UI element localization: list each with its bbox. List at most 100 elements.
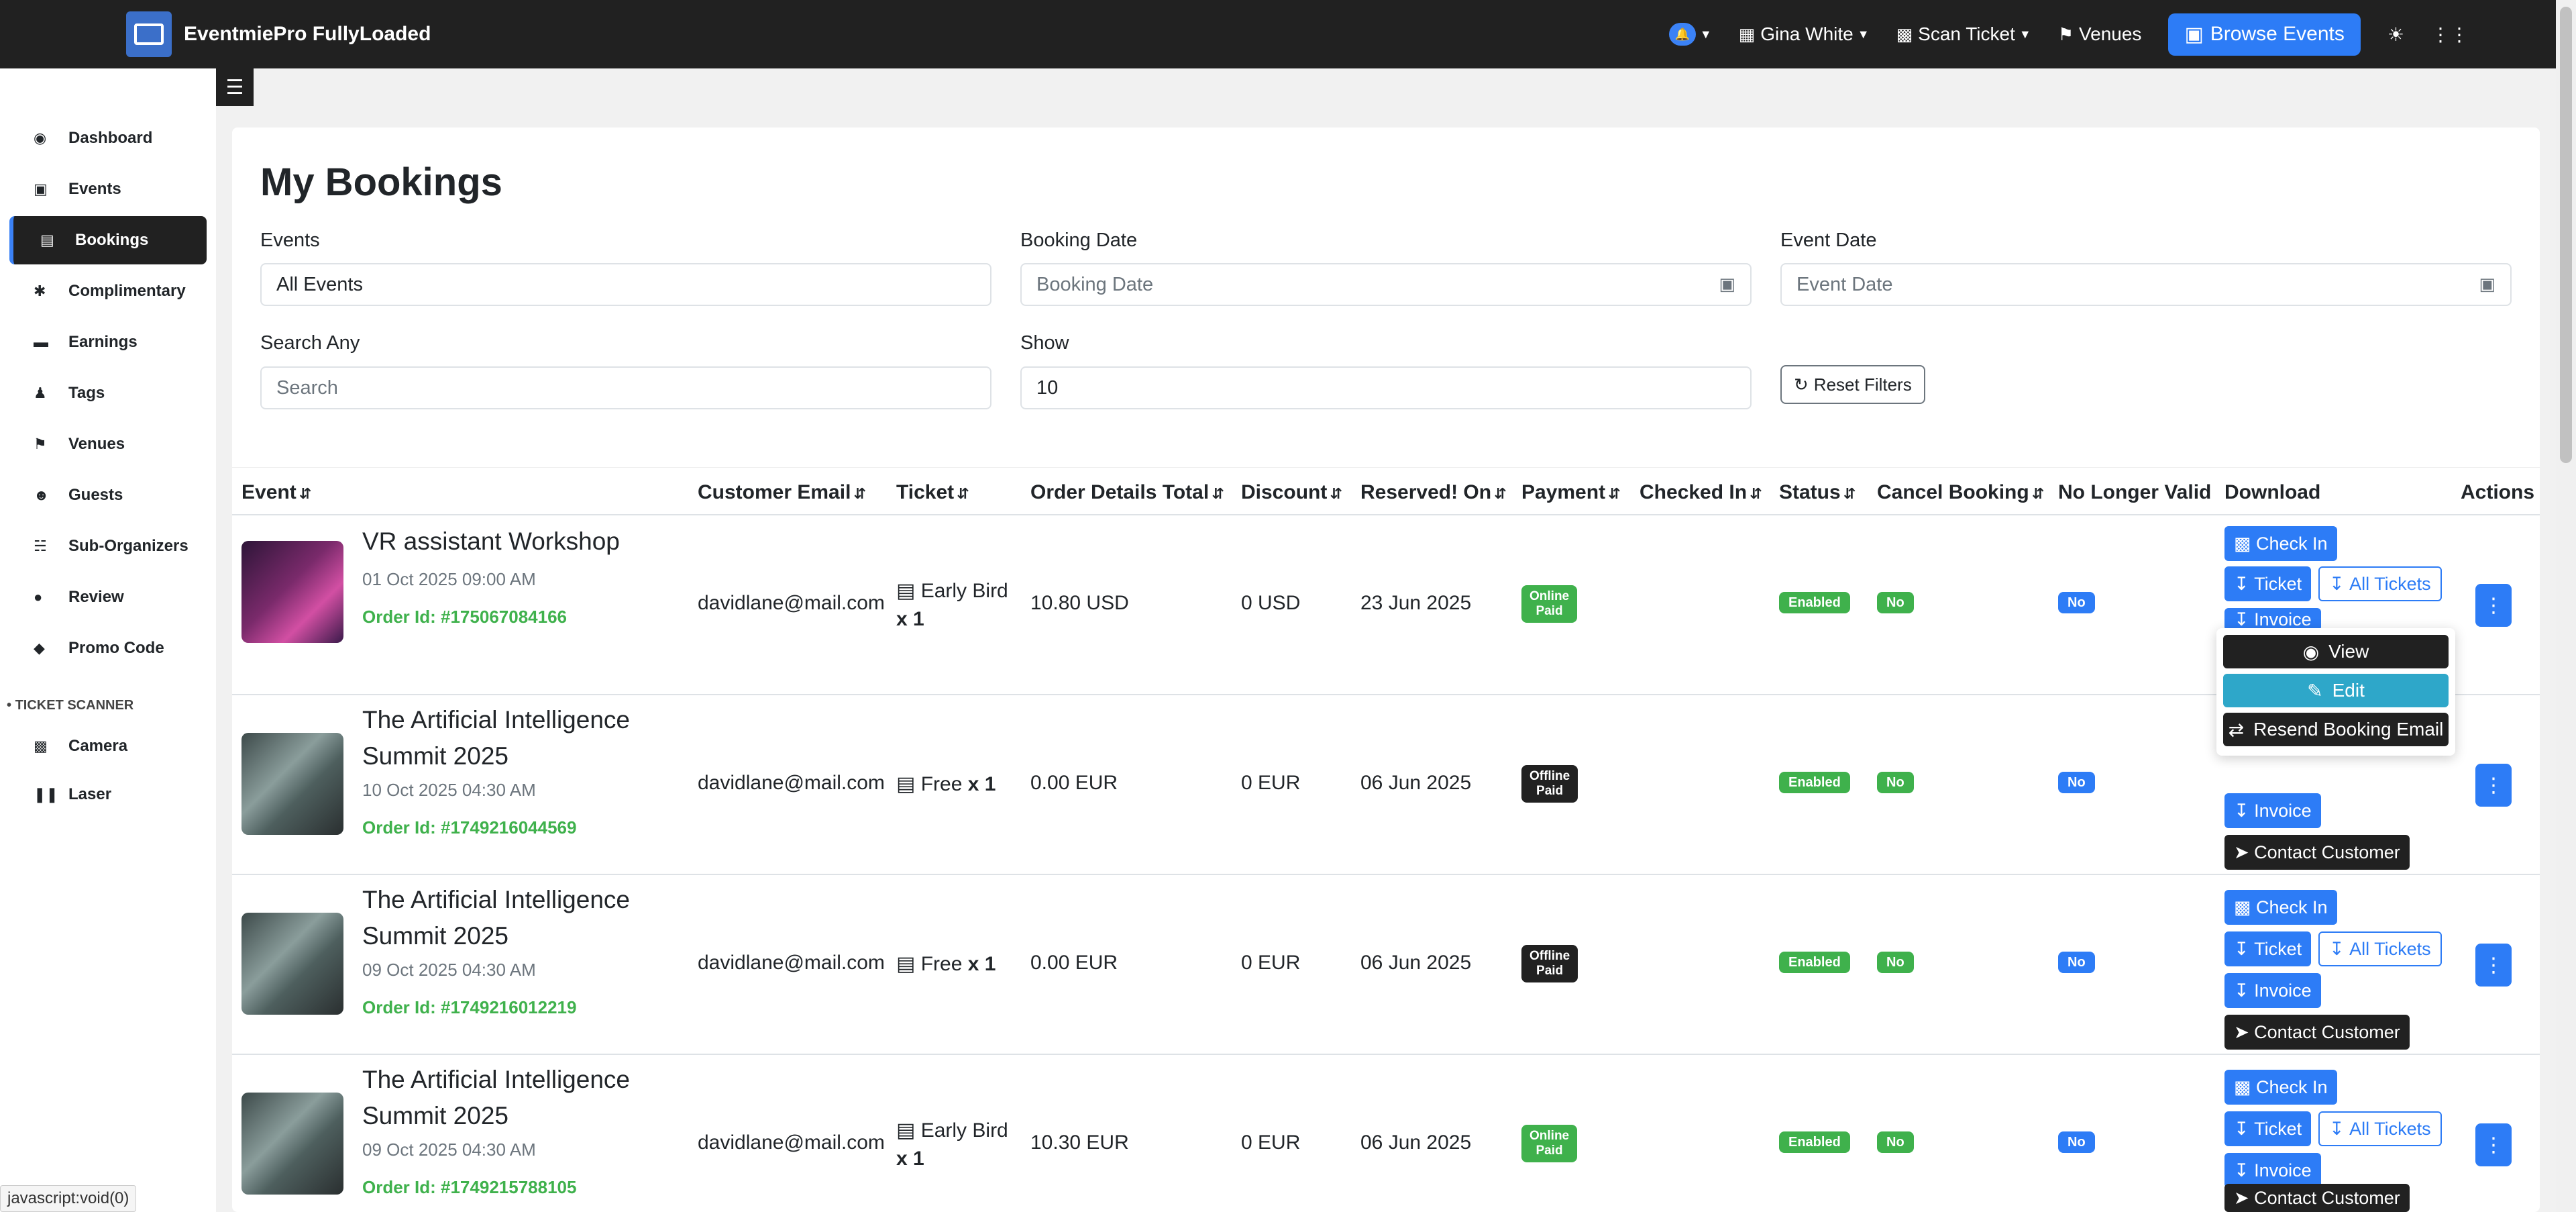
actions-menu-button[interactable]: ⋮ (2475, 764, 2512, 807)
ticket-download-button[interactable]: ↧ Ticket (2224, 566, 2312, 601)
venues-link[interactable]: ⚑ Venues (2058, 23, 2142, 45)
menu-item-edit[interactable]: ✎ Edit (2223, 674, 2449, 707)
th-label: Ticket (896, 481, 955, 503)
sidebar-item-events[interactable]: ▣ Events (0, 165, 216, 213)
booking-date-input[interactable]: Booking Date ▣ (1020, 263, 1752, 306)
all-tickets-button[interactable]: ↧ All Tickets (2318, 931, 2442, 966)
sidebar-item-guests[interactable]: ☻ Guests (0, 471, 216, 519)
sidebar-item-complimentary[interactable]: ✱ Complimentary (0, 267, 216, 315)
event-date: 09 Oct 2025 04:30 AM (362, 1140, 536, 1160)
actions-dropdown-menu: ◉ View ✎ Edit ⇄ Resend Booking Email (2216, 628, 2455, 756)
th-customer-email[interactable]: Customer Email ⇵ (698, 481, 866, 504)
payment-badge: Offline Paid (1521, 945, 1578, 982)
sidebar-toggle-button[interactable]: ☰ (216, 68, 254, 106)
actions-menu-button[interactable]: ⋮ (2475, 944, 2512, 987)
events-select[interactable]: All Events (260, 263, 991, 306)
sidebar-item-review[interactable]: ● Review (0, 573, 216, 621)
th-reserved-on[interactable]: Reserved! On ⇵ (1360, 481, 1507, 504)
ticket-download-button[interactable]: ↧ Ticket (2224, 1111, 2312, 1146)
scrollbar-thumb[interactable] (2560, 7, 2572, 463)
check-in-button[interactable]: ▩ Check In (2224, 890, 2337, 925)
brand[interactable]: EventmiePro FullyLoaded (126, 11, 431, 57)
event-title[interactable]: VR assistant Workshop (362, 523, 657, 560)
download-icon: ↧ (2329, 938, 2350, 959)
user-menu[interactable]: ▦ Gina White ▼ (1739, 23, 1870, 45)
events-filter-label: Events (260, 230, 320, 251)
th-order-total[interactable]: Order Details Total ⇵ (1030, 481, 1224, 504)
event-date: 09 Oct 2025 04:30 AM (362, 960, 536, 980)
ticket-download-label: Ticket (2254, 573, 2302, 594)
all-tickets-button[interactable]: ↧ All Tickets (2318, 1111, 2442, 1146)
order-total: 0.00 EUR (1030, 952, 1118, 974)
event-thumbnail[interactable] (241, 733, 343, 835)
th-event[interactable]: Event ⇵ (241, 481, 311, 504)
sidebar-item-laser[interactable]: ❚❚ Laser (0, 770, 216, 819)
check-in-button[interactable]: ▩ Check In (2224, 526, 2337, 561)
actions-menu-button[interactable]: ⋮ (2475, 584, 2512, 627)
th-status[interactable]: Status ⇵ (1779, 481, 1856, 504)
reset-filters-button[interactable]: ↻ Reset Filters (1780, 365, 1925, 404)
menu-item-view[interactable]: ◉ View (2223, 635, 2449, 668)
ticket-download-button[interactable]: ↧ Ticket (2224, 931, 2312, 966)
menu-item-label: Edit (2332, 680, 2365, 701)
event-thumbnail[interactable] (241, 541, 343, 643)
invoice-label: Invoice (2254, 980, 2312, 1001)
menu-item-resend-email[interactable]: ⇄ Resend Booking Email (2223, 713, 2449, 746)
ellipsis-vertical-icon: ⋮ (2483, 1133, 2504, 1156)
status-badge: Enabled (1779, 952, 1850, 973)
sidebar-item-earnings[interactable]: ▬ Earnings (0, 318, 216, 366)
sidebar-item-dashboard[interactable]: ◉ Dashboard (0, 114, 216, 162)
th-label: Customer Email (698, 481, 851, 503)
contact-customer-button[interactable]: ➤ Contact Customer (2224, 1184, 2410, 1212)
event-date-input[interactable]: Event Date ▣ (1780, 263, 2512, 306)
calendar-icon: ▣ (2184, 23, 2204, 46)
browse-events-button[interactable]: ▣ Browse Events (2168, 13, 2361, 56)
th-discount[interactable]: Discount ⇵ (1241, 481, 1342, 504)
th-label: Checked In (1640, 481, 1748, 503)
ellipsis-vertical-icon: ⋮ (2483, 594, 2504, 617)
check-in-button[interactable]: ▩ Check In (2224, 1070, 2337, 1105)
th-ticket[interactable]: Ticket ⇵ (896, 481, 969, 504)
th-cancel-booking[interactable]: Cancel Booking ⇵ (1877, 481, 2044, 504)
reserved-on: 06 Jun 2025 (1360, 772, 1472, 794)
sidebar-item-bookings[interactable]: ▤ Bookings (9, 216, 207, 264)
sort-icon: ⇵ (1843, 485, 1856, 502)
event-title[interactable]: The Artificial Intelligence Summit 2025 (362, 882, 657, 954)
apps-menu[interactable]: ⋮⋮ (2431, 23, 2469, 46)
sidebar-item-venues[interactable]: ⚑ Venues (0, 420, 216, 468)
contact-customer-button[interactable]: ➤ Contact Customer (2224, 835, 2410, 870)
booking-date-placeholder: Booking Date (1036, 273, 1154, 295)
event-title[interactable]: The Artificial Intelligence Summit 2025 (362, 702, 657, 774)
scan-ticket-menu[interactable]: ▩ Scan Ticket ▼ (1896, 23, 2031, 45)
sidebar-item-camera[interactable]: ▩ Camera (0, 722, 216, 770)
contact-customer-button[interactable]: ➤ Contact Customer (2224, 1015, 2410, 1050)
theme-toggle[interactable]: ☀ (2387, 23, 2404, 46)
customer-email: davidlane@mail.com (698, 952, 885, 974)
sort-icon: ⇵ (957, 485, 969, 502)
order-id: Order Id: #1749216012219 (362, 997, 577, 1017)
sidebar-item-promo-code[interactable]: ◆ Promo Code (0, 624, 216, 672)
event-thumbnail[interactable] (241, 913, 343, 1015)
th-payment[interactable]: Payment ⇵ (1521, 481, 1621, 504)
invoice-button[interactable]: ↧ Invoice (2224, 1153, 2321, 1188)
search-input[interactable]: Search (260, 366, 991, 409)
download-icon: ↧ (2234, 1160, 2255, 1180)
invoice-button[interactable]: ↧ Invoice (2224, 608, 2321, 631)
page-title: My Bookings (260, 160, 502, 204)
event-thumbnail[interactable] (241, 1093, 343, 1195)
sidebar-item-sub-organizers[interactable]: ☵ Sub-Organizers (0, 522, 216, 570)
show-select[interactable]: 10 (1020, 366, 1752, 409)
notifications-button[interactable]: 🔔 ▼ (1668, 23, 1712, 46)
status-badge: Enabled (1779, 772, 1850, 793)
invoice-button[interactable]: ↧ Invoice (2224, 973, 2321, 1008)
cancel-badge: No (1877, 592, 1914, 613)
th-checked-in[interactable]: Checked In ⇵ (1640, 481, 1762, 504)
all-tickets-button[interactable]: ↧ All Tickets (2318, 566, 2442, 601)
ticket-info: ▤ Early Bird x 1 (896, 1117, 1017, 1173)
invoice-button[interactable]: ↧ Invoice (2224, 793, 2321, 828)
actions-menu-button[interactable]: ⋮ (2475, 1123, 2512, 1166)
vertical-scrollbar[interactable] (2556, 0, 2576, 1212)
show-label: Show (1020, 332, 1069, 354)
event-title[interactable]: The Artificial Intelligence Summit 2025 (362, 1062, 657, 1134)
sidebar-item-tags[interactable]: ♟ Tags (0, 369, 216, 417)
